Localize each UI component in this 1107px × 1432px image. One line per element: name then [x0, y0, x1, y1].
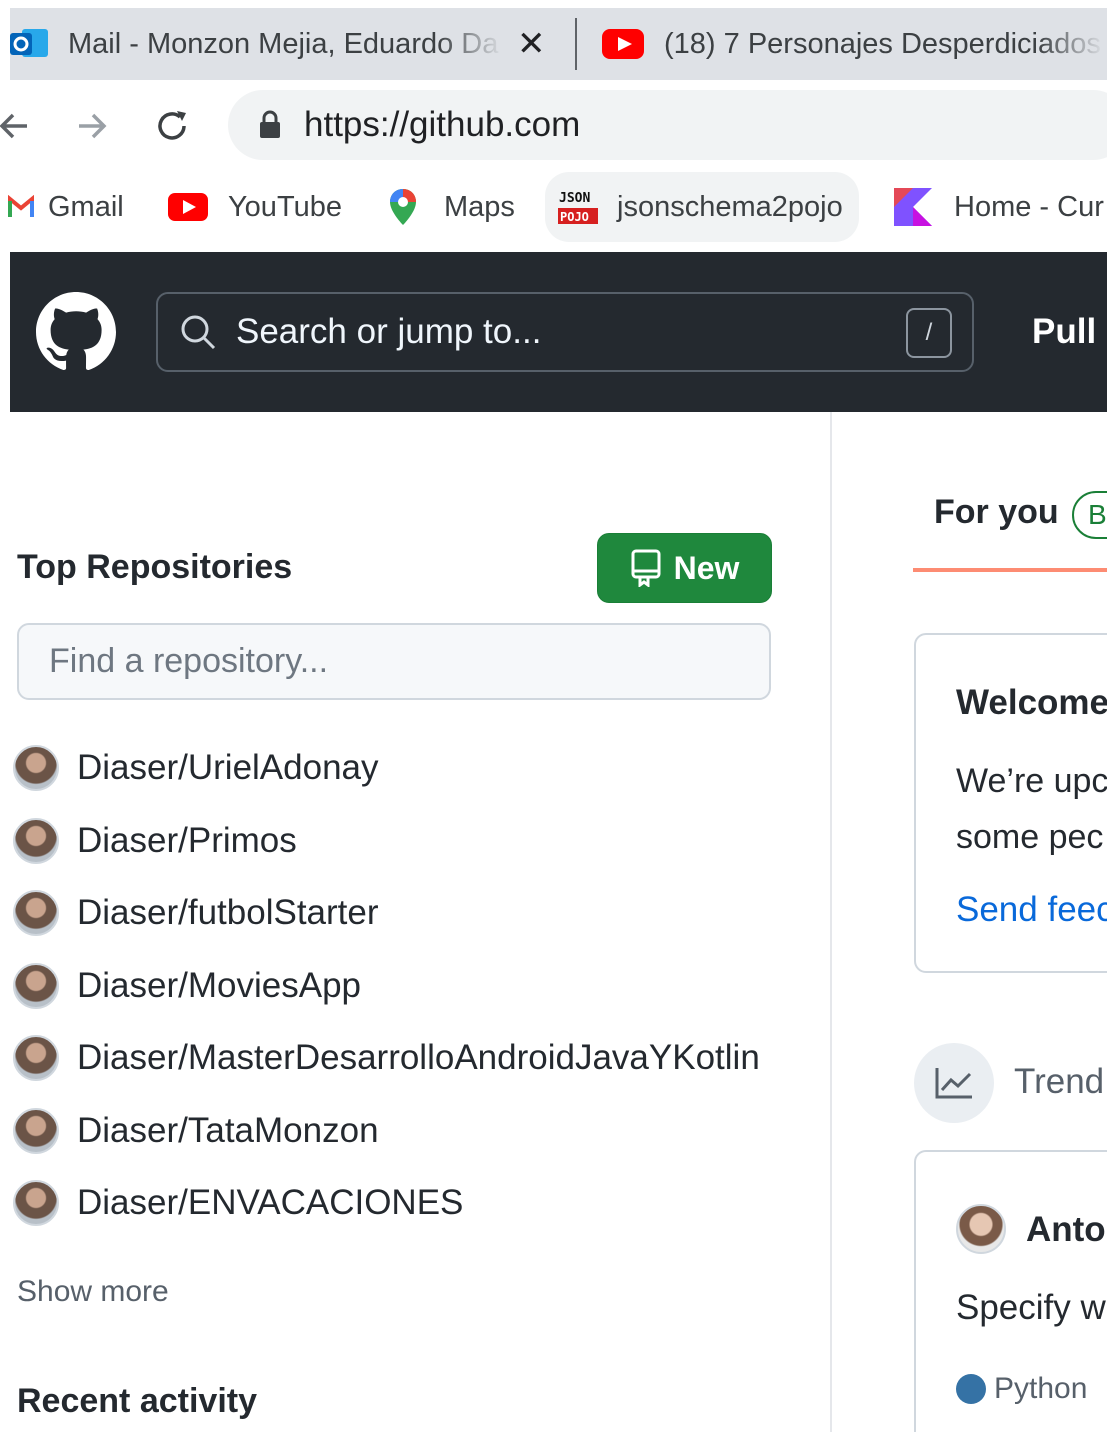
jsonschema2pojo-icon: JSON POJO	[558, 191, 598, 224]
new-button-label: New	[673, 549, 740, 586]
search-input[interactable]: Search or jump to... /	[156, 292, 974, 372]
nav-pull-requests[interactable]: Pull	[1032, 312, 1096, 352]
list-item[interactable]: Diaser/TataMonzon	[13, 1095, 813, 1168]
repo-link[interactable]: Diaser/Primos	[77, 821, 297, 861]
feed-repo-description: Specify w	[956, 1288, 1106, 1327]
browser-tab-mail[interactable]: Mail - Monzon Mejia, Eduardo Da ✕	[10, 8, 570, 80]
address-bar[interactable]: https://github.com	[228, 90, 1107, 160]
top-repositories-heading: Top Repositories	[17, 548, 293, 586]
repository-list: Diaser/UrielAdonay Diaser/Primos Diaser/…	[13, 732, 813, 1240]
repo-link[interactable]: Diaser/MasterDesarrolloAndroidJavaYKotli…	[77, 1038, 760, 1078]
list-item[interactable]: Diaser/MoviesApp	[13, 950, 813, 1023]
bookmark-label: Gmail	[48, 190, 124, 223]
list-item[interactable]: Diaser/ENVACACIONES	[13, 1167, 813, 1240]
graph-icon	[935, 1068, 972, 1099]
url-text: https://github.com	[304, 105, 581, 144]
avatar	[13, 1035, 59, 1082]
trending-label: Trend	[1014, 1062, 1105, 1101]
list-item[interactable]: Diaser/MasterDesarrolloAndroidJavaYKotli…	[13, 1022, 813, 1095]
welcome-card: Welcome We’re upc some pec Send feec	[914, 633, 1107, 973]
new-repository-button[interactable]: New	[597, 533, 772, 603]
reload-button[interactable]	[146, 100, 198, 152]
avatar[interactable]	[956, 1204, 1006, 1254]
gmail-icon	[8, 195, 34, 217]
back-button[interactable]	[0, 100, 40, 152]
welcome-title: Welcome	[956, 683, 1107, 722]
feed-user-name[interactable]: Anto	[1026, 1210, 1106, 1250]
list-item[interactable]: Diaser/UrielAdonay	[13, 732, 813, 805]
list-item[interactable]: Diaser/futbolStarter	[13, 877, 813, 950]
github-header: Search or jump to... / Pull	[10, 252, 1107, 412]
bookmark-label: jsonschema2pojo	[617, 190, 843, 223]
find-repository-input[interactable]	[17, 623, 771, 700]
avatar	[13, 890, 59, 937]
welcome-text-line: some pec	[956, 818, 1104, 856]
active-tab-indicator	[913, 568, 1107, 572]
close-icon[interactable]: ✕	[517, 24, 546, 64]
youtube-icon	[602, 29, 644, 59]
reload-icon	[158, 111, 186, 140]
browser-tab-youtube[interactable]: (18) 7 Personajes Desperdiciados	[602, 8, 1107, 80]
avatar	[13, 817, 59, 864]
kotlin-icon	[894, 188, 932, 226]
bookmark-label: Home - Cur	[954, 190, 1104, 223]
repo-link[interactable]: Diaser/MoviesApp	[77, 966, 361, 1006]
repo-link[interactable]: Diaser/futbolStarter	[77, 893, 379, 933]
bookmark-maps[interactable]: Maps	[388, 172, 515, 242]
sidebar-divider	[830, 412, 832, 1432]
lock-icon	[260, 110, 280, 138]
avatar	[13, 962, 59, 1009]
avatar	[13, 745, 59, 792]
tab-divider	[575, 18, 577, 70]
browser-toolbar: https://github.com	[0, 80, 1107, 172]
avatar	[13, 1180, 59, 1227]
svg-text:JSON: JSON	[559, 191, 590, 206]
tab-title: (18) 7 Personajes Desperdiciados	[664, 27, 1101, 60]
arrow-right-icon	[79, 113, 107, 139]
show-more-link[interactable]: Show more	[17, 1275, 169, 1309]
list-item[interactable]: Diaser/Primos	[13, 805, 813, 878]
language-name: Python	[994, 1372, 1088, 1405]
welcome-text-line: We’re upc	[956, 762, 1107, 800]
map-pin-icon	[390, 189, 416, 225]
bookmark-jsonschema2pojo[interactable]: JSON POJO jsonschema2pojo	[545, 172, 859, 242]
language-color-dot	[956, 1374, 986, 1404]
repo-link[interactable]: Diaser/TataMonzon	[77, 1111, 379, 1151]
tab-for-you[interactable]: For you	[934, 493, 1059, 532]
bookmarks-bar: Gmail YouTube Maps JSON POJO jsonschema2p…	[8, 172, 1107, 244]
tab-title: Mail - Monzon Mejia, Eduardo Da	[68, 27, 499, 60]
send-feedback-link[interactable]: Send feec	[956, 890, 1107, 930]
repo-link[interactable]: Diaser/UrielAdonay	[77, 748, 379, 788]
repo-icon	[631, 549, 661, 587]
recent-activity-heading: Recent activity	[17, 1382, 257, 1420]
bookmark-label: YouTube	[228, 190, 342, 223]
trending-icon-badge	[914, 1043, 994, 1123]
arrow-left-icon	[0, 113, 27, 139]
browser-tab-strip: Mail - Monzon Mejia, Eduardo Da ✕ (18) 7…	[10, 8, 1107, 80]
avatar	[13, 1107, 59, 1154]
shortcut-key: /	[906, 308, 952, 358]
search-icon	[181, 315, 216, 350]
repo-link[interactable]: Diaser/ENVACACIONES	[77, 1183, 463, 1223]
bookmark-gmail[interactable]: Gmail	[8, 172, 124, 242]
welcome-text: We’re upc some pec	[956, 753, 1107, 865]
github-logo-icon[interactable]	[36, 292, 116, 377]
youtube-icon	[168, 193, 208, 221]
search-placeholder: Search or jump to...	[236, 312, 542, 351]
outlook-icon	[10, 27, 48, 61]
bookmark-label: Maps	[444, 190, 515, 223]
beta-badge: B	[1072, 491, 1107, 539]
feed-repo-card: Anto Specify w Python	[914, 1150, 1107, 1432]
forward-button[interactable]	[66, 100, 118, 152]
bookmark-youtube[interactable]: YouTube	[168, 172, 342, 242]
language-label: Python	[956, 1372, 1087, 1406]
svg-text:POJO: POJO	[560, 210, 589, 224]
bookmark-home[interactable]: Home - Cur	[894, 172, 1104, 242]
